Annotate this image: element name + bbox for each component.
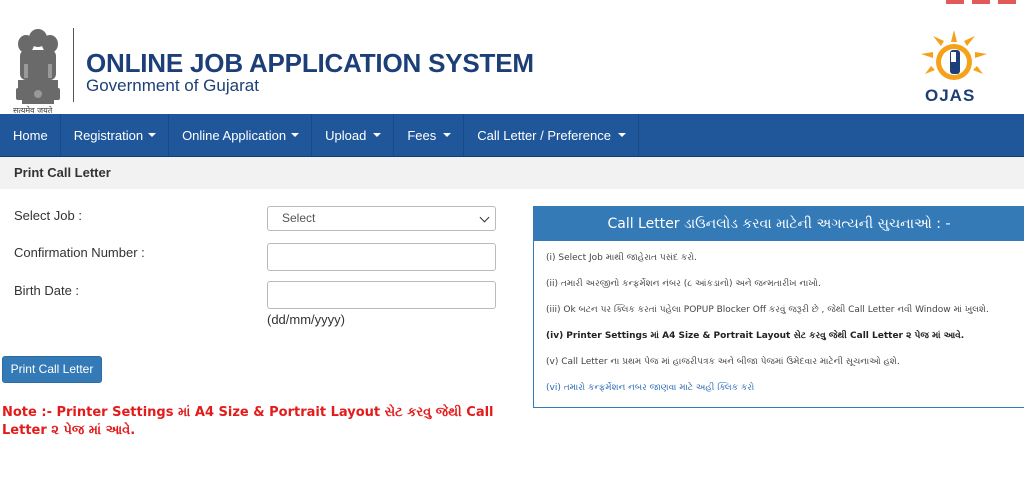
nav-fees-label: Fees <box>407 127 437 143</box>
nav-registration[interactable]: Registration <box>61 114 170 156</box>
instruction-item: (i) Select Job માથી જાહેરાત પસંદ કરો. <box>546 253 697 263</box>
nav-home-label: Home <box>13 127 48 143</box>
confirmation-number-input[interactable] <box>267 243 496 271</box>
nav-home[interactable]: Home <box>0 114 61 156</box>
caret-down-icon <box>617 133 626 137</box>
nav-fees[interactable]: Fees <box>394 114 465 156</box>
ojas-logo-text: OJAS <box>925 86 976 105</box>
site-subtitle: Government of Gujarat <box>86 76 259 95</box>
site-title: ONLINE JOB APPLICATION SYSTEM <box>86 48 534 78</box>
nav-call-letter-preference[interactable]: Call Letter / Preference <box>464 114 639 156</box>
language-flag-icon[interactable] <box>998 0 1016 4</box>
select-job-value: Select <box>282 211 316 225</box>
chevron-down-icon <box>479 212 490 223</box>
nav-upload-label: Upload <box>325 127 367 143</box>
language-flag-icon[interactable] <box>946 0 964 4</box>
main-navbar: Home Registration Online Application Upl… <box>0 114 1024 157</box>
instruction-item: (iv) Printer Settings માં A4 Size & Port… <box>546 331 965 341</box>
language-flag-icon[interactable] <box>972 0 990 4</box>
select-job-label: Select Job : <box>14 208 82 223</box>
panel-heading: Print Call Letter <box>0 157 1024 189</box>
nav-upload[interactable]: Upload <box>312 114 395 156</box>
caret-down-icon <box>291 133 300 137</box>
page-title: Print Call Letter <box>14 165 111 180</box>
nav-online-application[interactable]: Online Application <box>169 114 313 156</box>
caret-down-icon <box>148 133 157 137</box>
select-job-dropdown[interactable]: Select <box>267 206 496 231</box>
birth-date-input[interactable] <box>267 281 496 309</box>
print-call-letter-button[interactable]: Print Call Letter <box>2 356 102 383</box>
instructions-panel: Call Letter ડાઉનલોડ કરવા માટેની અગત્યની … <box>533 206 1024 408</box>
caret-down-icon <box>373 133 382 137</box>
printer-settings-note: Note :- Printer Settings માં A4 Size & P… <box>2 405 494 438</box>
instructions-title: Call Letter ડાઉનલોડ કરવા માટેની અગત્યની … <box>534 207 1024 241</box>
instruction-item: (ii) તમારી અરજીનો કન્ફર્મેશન નંબર (૮ આંક… <box>546 279 821 289</box>
confirmation-number-label: Confirmation Number : <box>14 245 145 260</box>
top-strip <box>0 0 1024 10</box>
instruction-item: (v) Call Letter ના પ્રથમ પેજ માં હાજરીપત… <box>546 357 900 367</box>
site-header: सत्यमेव जयते ONLINE JOB APPLICATION SYST… <box>0 10 1024 115</box>
birth-date-label: Birth Date : <box>14 283 80 298</box>
instruction-item: (iii) Ok બટન પર ક્લિક કરતાં પહેલા POPUP … <box>546 305 989 315</box>
nav-registration-label: Registration <box>73 127 144 143</box>
national-emblem-icon <box>16 29 60 104</box>
birth-date-format-hint: (dd/mm/yyyy) <box>267 312 345 327</box>
instructions-list: (i) Select Job માથી જાહેરાત પસંદ કરો. (i… <box>534 241 1024 407</box>
header-divider <box>73 28 74 102</box>
caret-down-icon <box>443 133 452 137</box>
nav-call-letter-label: Call Letter / Preference <box>477 127 611 143</box>
nav-online-application-label: Online Application <box>182 127 287 143</box>
know-confirmation-number-link[interactable]: (vi) તમારો કન્ફર્મેશન નબર જાણવા માટે અહી… <box>546 381 1012 407</box>
